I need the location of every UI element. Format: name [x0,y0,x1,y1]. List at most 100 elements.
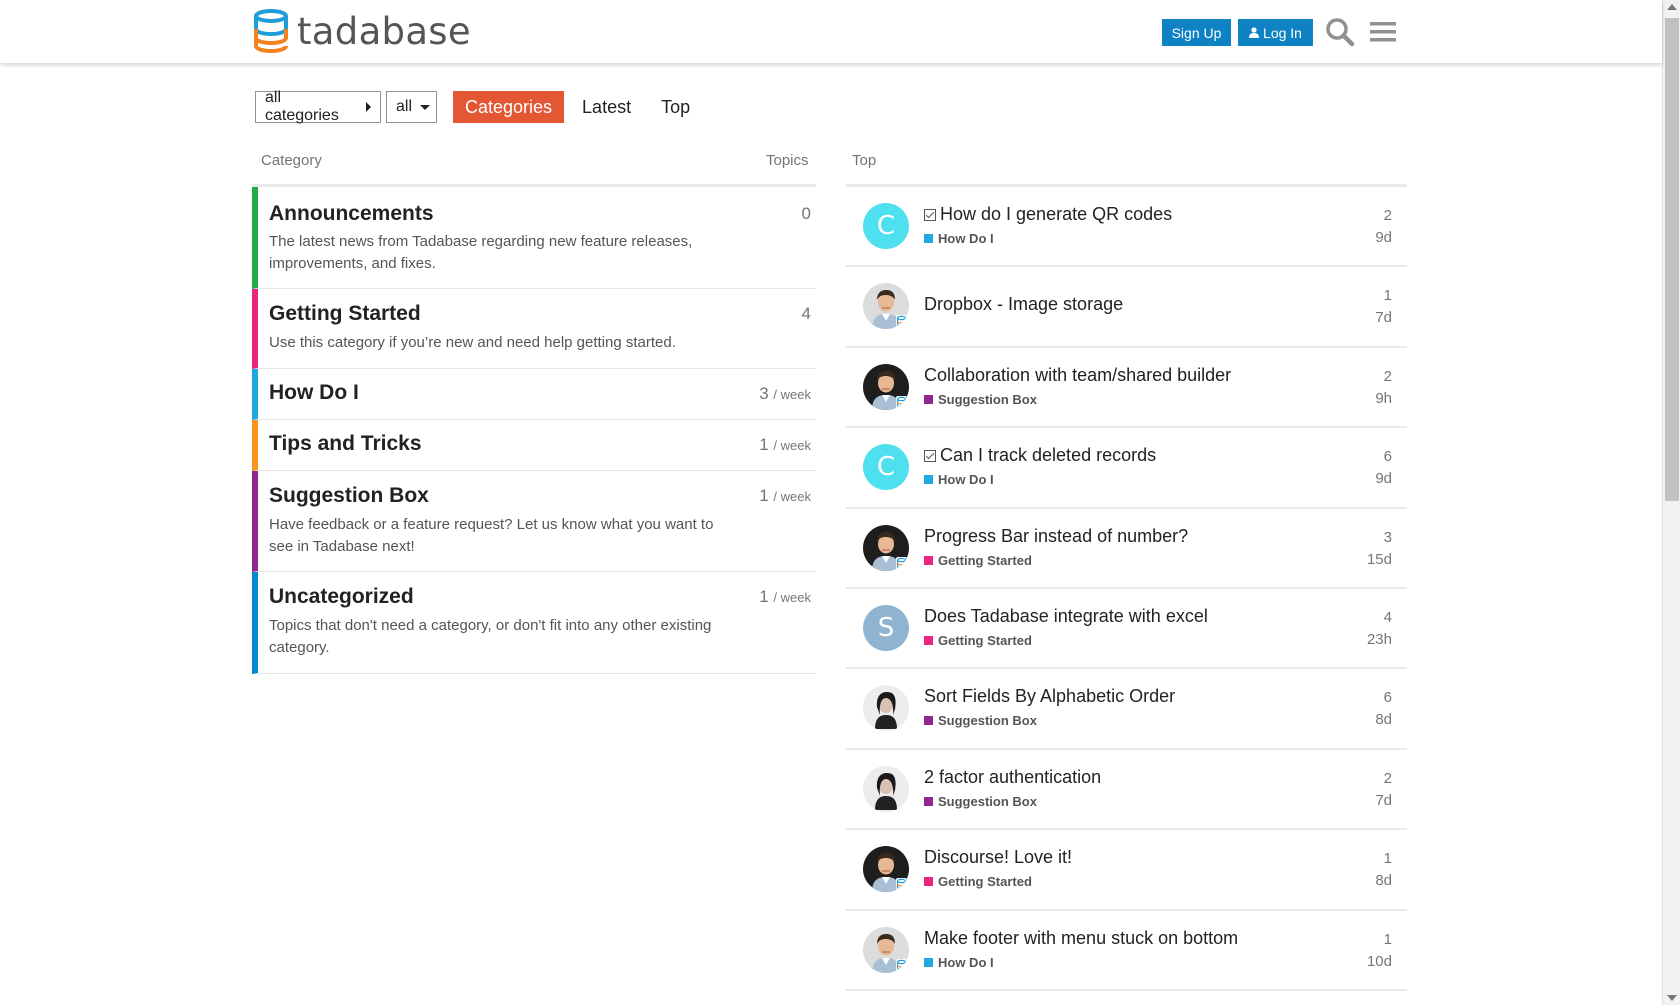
category-description: Have feedback or a feature request? Let … [269,516,714,555]
topic-category-badge[interactable]: How Do I [924,231,994,246]
topic-title-link[interactable]: Sort Fields By Alphabetic Order [924,686,1175,707]
topic-post-count[interactable]: 3 [1384,529,1392,546]
topic-category-badge[interactable]: How Do I [924,472,994,487]
topic-title-link[interactable]: 2 factor authentication [924,767,1101,788]
category-name[interactable]: Suggestion Box [269,484,429,508]
category-description: Use this category if you’re new and need… [269,334,676,351]
category-row-uncategorized[interactable]: Uncategorized Topics that don't need a c… [252,572,816,674]
tab-categories[interactable]: Categories [453,91,565,123]
topic-category-badge[interactable]: Suggestion Box [924,392,1037,407]
topic-title-link[interactable]: Discourse! Love it! [924,847,1072,868]
avatar[interactable] [863,283,909,330]
topic-activity-age[interactable]: 9d [1375,229,1392,246]
log-in-button[interactable]: Log In [1238,19,1313,46]
topic-title-link[interactable]: Progress Bar instead of number? [924,526,1188,547]
avatar-letter: S [877,612,895,643]
topic-category-name: How Do I [938,472,994,488]
avatar[interactable] [863,524,909,571]
avatar[interactable] [863,846,909,893]
logo[interactable]: tadabase [253,8,471,54]
topic-title-link[interactable]: Does Tadabase integrate with excel [924,606,1208,627]
topic-category-name: How Do I [938,954,994,970]
topic-row[interactable]: Progress Bar instead of number? Getting S… [846,509,1407,589]
category-name[interactable]: How Do I [269,381,359,405]
topic-post-count[interactable]: 2 [1384,207,1392,224]
avatar[interactable]: C [863,203,909,249]
topic-post-count[interactable]: 1 [1384,287,1392,304]
scroll-thumb[interactable] [1665,18,1679,501]
topic-row[interactable]: S Does Tadabase integrate with excel Getti… [846,589,1407,670]
topic-title-link[interactable]: Dropbox - Image storage [924,294,1123,315]
topic-row[interactable]: Discourse! Love it! Getting Started 1 8d [846,830,1407,911]
category-color-square [924,555,933,565]
topic-activity-age[interactable]: 7d [1375,792,1392,809]
avatar[interactable]: C [863,444,909,491]
topic-row[interactable]: Dropbox - Image storage 1 7d [846,267,1407,348]
category-row-suggestion-box[interactable]: Suggestion Box Have feedback or a featur… [252,471,816,572]
topic-row[interactable]: 2 factor authentication Suggestion Box 2 7d [846,750,1407,831]
topic-category-badge[interactable]: Suggestion Box [924,713,1037,728]
tab-top[interactable]: Top [649,91,702,123]
topic-title-link[interactable]: How do I generate QR codes [924,204,1172,225]
topic-post-count[interactable]: 6 [1384,448,1392,465]
tab-latest[interactable]: Latest [570,91,643,123]
category-row-announcements[interactable]: Announcements The latest news from Tadab… [252,187,816,289]
topic-row[interactable]: Collaboration with team/shared builder Su… [846,348,1407,429]
category-topic-count: 1 / week [759,587,811,607]
topic-post-count[interactable]: 1 [1384,850,1392,867]
category-row-how-do-i[interactable]: How Do I 3 / week [252,369,816,420]
avatar[interactable] [863,363,909,410]
filter-dropdown[interactable]: all [386,91,437,123]
topic-row[interactable]: C How do I generate QR codes How Do I 2 9d [846,187,1407,268]
scroll-up-arrow-icon[interactable] [1667,4,1677,10]
topic-category-badge[interactable]: Suggestion Box [924,794,1037,809]
topic-category-badge[interactable]: Getting Started [924,874,1032,889]
topic-title-link[interactable]: Collaboration with team/shared builder [924,365,1231,386]
avatar[interactable] [863,765,909,812]
category-name[interactable]: Uncategorized [269,585,414,609]
hamburger-menu-icon[interactable] [1370,20,1396,44]
topic-row[interactable]: C Can I track deleted records How Do I 6 9d [846,428,1407,509]
solved-checkbox-icon [924,208,936,221]
topic-activity-age[interactable]: 7d [1375,309,1392,326]
category-row-tips-and-tricks[interactable]: Tips and Tricks 1 / week [252,420,816,471]
avatar[interactable] [863,926,909,973]
category-name[interactable]: Tips and Tricks [269,432,422,456]
topic-title-link[interactable]: Can I track deleted records [924,445,1156,466]
category-color-square [924,877,933,887]
topic-post-count[interactable]: 4 [1384,609,1392,626]
topic-activity-age[interactable]: 15d [1367,551,1392,568]
topic-row[interactable]: Make footer with menu stuck on bottom How… [846,911,1407,991]
topic-row[interactable]: Sort Fields By Alphabetic Order Suggestio… [846,669,1407,750]
topic-activity-age[interactable]: 9h [1375,390,1392,407]
topic-post-count[interactable]: 2 [1384,770,1392,787]
avatar[interactable] [863,685,909,732]
avatar[interactable]: S [863,604,909,651]
topic-activity-age[interactable]: 8d [1375,711,1392,728]
user-avatar-photo [863,926,909,973]
topic-activity-age[interactable]: 9d [1375,470,1392,487]
topic-category-badge[interactable]: Getting Started [924,633,1032,648]
category-row-getting-started[interactable]: Getting Started Use this category if you… [252,289,816,369]
topic-category-badge[interactable]: How Do I [924,955,994,970]
scroll-down-arrow-icon[interactable] [1667,995,1677,1001]
topic-post-count[interactable]: 2 [1384,368,1392,385]
topic-title-link[interactable]: Make footer with menu stuck on bottom [924,928,1238,949]
topic-post-count[interactable]: 6 [1384,689,1392,706]
topic-category-name: How Do I [938,231,994,246]
top-column-header: Top [852,152,877,169]
search-icon[interactable] [1325,17,1355,47]
category-color-square [924,957,933,967]
page-scrollbar[interactable] [1662,0,1680,1005]
category-name[interactable]: Getting Started [269,302,421,326]
topic-activity-age[interactable]: 8d [1375,872,1392,889]
category-name[interactable]: Announcements [269,202,434,226]
topic-activity-age[interactable]: 23h [1367,631,1392,648]
topics-column-header: Topics [766,152,809,169]
sign-up-button[interactable]: Sign Up [1162,19,1231,46]
topic-post-count[interactable]: 1 [1384,931,1392,948]
topic-category-badge[interactable]: Getting Started [924,553,1032,568]
log-in-label: Log In [1263,24,1302,41]
category-dropdown[interactable]: all categories [255,89,381,124]
topic-activity-age[interactable]: 10d [1367,953,1392,970]
